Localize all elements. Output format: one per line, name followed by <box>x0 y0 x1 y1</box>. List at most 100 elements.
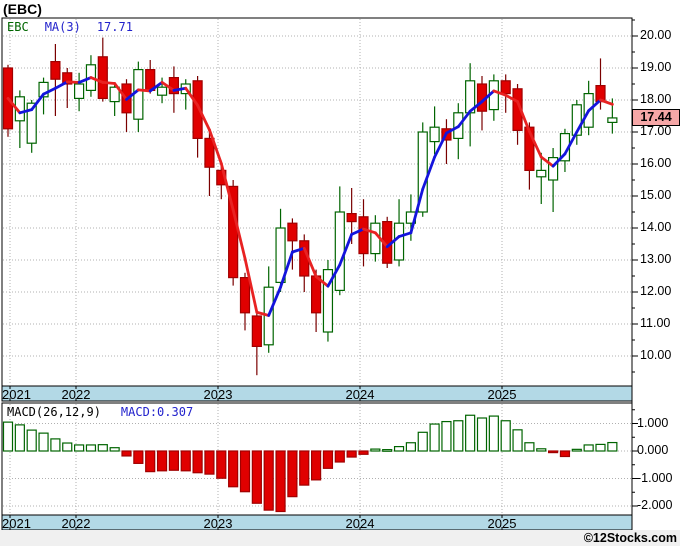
price-axis-label: 17.00 <box>640 124 672 138</box>
year-label-bottom: 2025 <box>487 516 517 531</box>
main-chart-legend: EBC MA(3) 17.71 <box>7 20 133 34</box>
macd-bar <box>228 450 239 488</box>
candle-body <box>97 56 108 99</box>
price-axis-label: 12.00 <box>640 284 672 298</box>
ma-line-segment <box>136 88 152 93</box>
candle-body <box>607 117 618 123</box>
macd-bar <box>73 444 85 452</box>
year-axis-band <box>1 385 633 402</box>
macd-bar <box>441 420 452 452</box>
price-axis-label: 10.00 <box>640 348 672 362</box>
ma-line-segment <box>30 92 45 111</box>
macd-bar <box>571 448 582 452</box>
macd-bar <box>429 423 440 452</box>
price-axis-label: 19.00 <box>640 60 672 74</box>
macd-bar <box>334 450 345 463</box>
macd-bar <box>370 448 381 452</box>
candle-body <box>287 222 298 242</box>
macd-bar <box>382 449 393 452</box>
candle-body <box>358 216 369 255</box>
price-axis-label: 18.00 <box>640 92 672 106</box>
candle-body <box>50 60 61 80</box>
macd-bar <box>607 441 618 452</box>
macd-bar <box>263 450 274 511</box>
macd-bar <box>358 450 369 455</box>
year-label-bottom: 2022 <box>61 516 91 531</box>
candle-body <box>393 222 405 261</box>
macd-axis-label: 1.000 <box>637 415 669 430</box>
ma-line-segment <box>101 81 117 85</box>
macd-bar <box>299 450 310 486</box>
macd-bar <box>311 450 322 481</box>
year-label-bottom: 2023 <box>203 516 233 531</box>
macd-params-label: MACD(26,12,9) <box>7 405 101 419</box>
candle-body <box>73 83 85 99</box>
year-label-top: 2022 <box>61 387 91 402</box>
macd-bar <box>168 450 179 471</box>
macd-bar <box>38 432 49 452</box>
macd-bar <box>251 450 262 504</box>
price-axis-label: 20.00 <box>640 28 672 42</box>
macd-bar <box>97 444 108 452</box>
candle-body <box>133 68 144 120</box>
macd-bar <box>14 424 25 452</box>
macd-bar <box>156 450 168 472</box>
macd-bar <box>453 420 464 452</box>
price-axis-label: 14.00 <box>640 220 672 234</box>
macd-bar <box>287 450 298 498</box>
price-axis-label: 15.00 <box>640 188 672 202</box>
macd-legend: MACD(26,12,9) MACD:0.307 <box>7 405 193 419</box>
year-axis-band <box>1 514 633 531</box>
candle-body <box>346 213 357 223</box>
candle-body <box>334 211 345 292</box>
year-label-top: 2023 <box>203 387 233 402</box>
macd-bar <box>239 450 251 493</box>
year-label-top: 2021 <box>2 387 31 402</box>
macd-bar <box>536 448 547 452</box>
macd-bar <box>559 450 571 458</box>
candle-body <box>500 80 511 95</box>
stock-chart-page: (EBC) EBC MA(3) 17.71 MACD(26,12,9) MACD… <box>0 0 680 546</box>
macd-axis-label: -2.000 <box>637 498 673 512</box>
macd-bar <box>417 431 428 452</box>
macd-bar <box>50 438 61 452</box>
candle-body <box>429 126 440 143</box>
macd-bar <box>216 450 227 479</box>
year-label-top: 2025 <box>487 387 517 402</box>
macd-bar <box>192 450 203 474</box>
macd-bar <box>26 429 37 452</box>
price-axis-label: 11.00 <box>640 316 671 330</box>
macd-bar <box>393 446 405 452</box>
candle-body <box>251 315 262 347</box>
year-label-bottom: 2024 <box>345 516 375 531</box>
price-axis-label: 13.00 <box>640 252 672 266</box>
watermark: ©12Stocks.com <box>583 531 677 545</box>
footer-strip <box>0 530 680 546</box>
ma-value: 17.71 <box>96 20 133 34</box>
macd-bar <box>62 442 73 452</box>
candle-body <box>239 277 251 314</box>
price-axis-label: 16.00 <box>640 156 672 170</box>
macd-bar <box>405 442 416 452</box>
macd-bar <box>180 450 191 472</box>
macd-bar <box>109 447 120 452</box>
macd-bar <box>512 429 523 452</box>
candle-body <box>311 275 322 314</box>
symbol-label: EBC <box>7 20 29 34</box>
year-label-bottom: 2021 <box>2 516 31 531</box>
last-price-tag: 17.44 <box>632 109 680 126</box>
ma-line-segment <box>65 80 81 84</box>
macd-current-value: MACD:0.307 <box>120 405 194 419</box>
candle-body <box>536 169 547 178</box>
macd-bar <box>524 442 535 452</box>
macd-axis-label: -1.000 <box>637 470 673 485</box>
macd-bar <box>500 420 511 452</box>
macd-bar <box>583 444 594 452</box>
macd-bar <box>275 450 286 513</box>
macd-bar <box>346 450 357 458</box>
macd-bar <box>488 415 499 452</box>
ma-line-segment <box>54 80 69 90</box>
macd-bar <box>322 450 334 469</box>
macd-bar <box>85 444 97 452</box>
chart-canvas <box>1 17 638 531</box>
